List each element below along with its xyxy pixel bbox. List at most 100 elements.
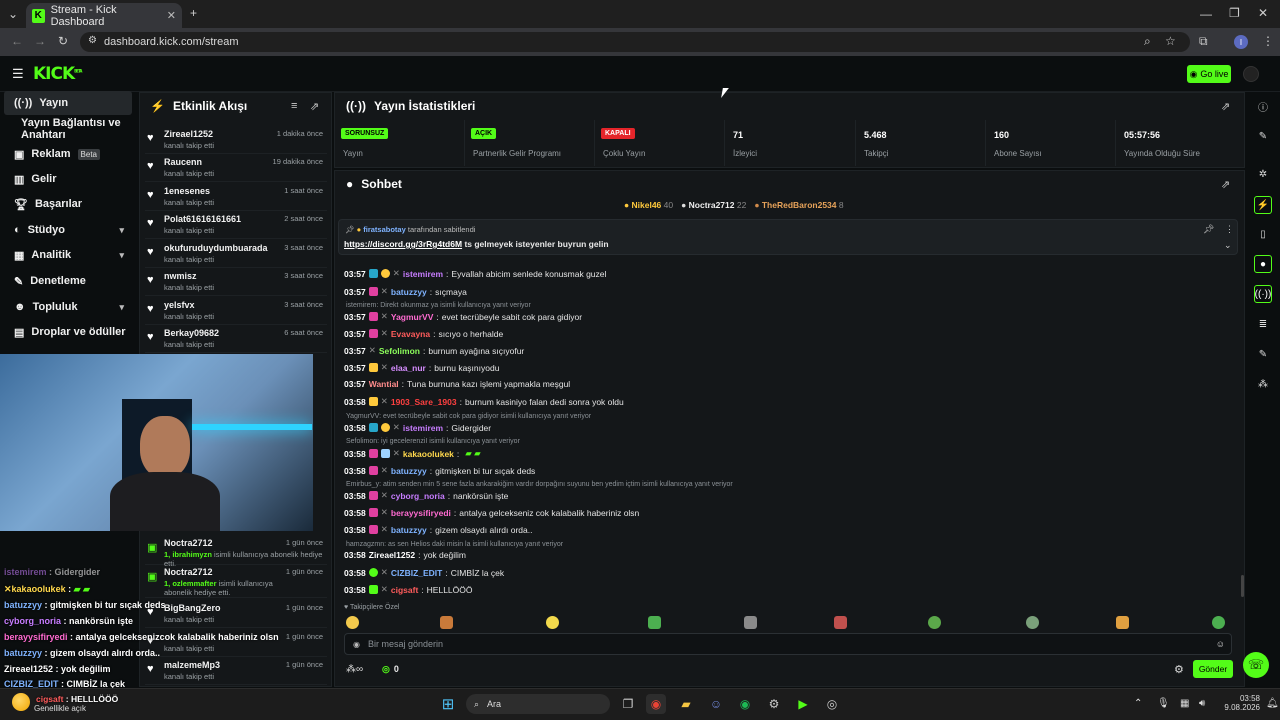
msg-user[interactable]: berayysifiryedi (391, 508, 451, 518)
hamburger-menu-icon[interactable]: ☰ (12, 66, 24, 82)
back-icon[interactable]: ← (11, 34, 23, 48)
go-live-button[interactable]: ◉ Go live (1187, 65, 1231, 83)
restore-icon[interactable]: ❐ (1229, 6, 1240, 20)
msg-user[interactable]: Sefolimon (379, 346, 420, 356)
emote-icon[interactable] (1212, 616, 1225, 629)
volume-icon[interactable]: 🔊︎ (1199, 698, 1205, 709)
event-user[interactable]: 1enesenes (164, 186, 210, 196)
new-tab-icon[interactable]: + (190, 6, 197, 20)
stats-toggle-icon[interactable]: ▯ (1254, 225, 1272, 243)
address-bar[interactable]: dashboard.kick.com/stream (80, 32, 1190, 52)
msg-user[interactable]: YagmurVV (391, 312, 434, 322)
more-icon[interactable]: ⋮ (1225, 224, 1234, 235)
stream-toggle-icon[interactable]: ((·)) (1254, 285, 1272, 303)
network-icon[interactable]: ▦ (1180, 698, 1189, 709)
event-user[interactable]: Noctra2712 (164, 538, 213, 548)
activity-toggle-icon[interactable]: ⚡ (1254, 196, 1272, 214)
emote-icon[interactable] (1116, 616, 1129, 629)
bookmark-star-icon[interactable]: ☆ (1165, 34, 1176, 48)
chrome-icon[interactable]: ◉ (646, 694, 666, 714)
unpin-icon[interactable]: 📌︎ (1203, 224, 1214, 235)
tab-search-icon[interactable]: ⌄ (8, 7, 18, 21)
msg-user[interactable]: kakaoolukek (403, 449, 454, 459)
top-gifter[interactable]: ● Nikel46 40 (624, 200, 673, 210)
msg-user[interactable]: cigsaft (391, 585, 418, 595)
command-icon[interactable]: ◉ (353, 640, 360, 649)
emote-icon[interactable] (928, 616, 941, 629)
sidebar-item-gelir[interactable]: ▥ Gelir (4, 167, 132, 191)
msg-user[interactable]: Evavayna (391, 329, 430, 339)
sidebar-item-topluluk[interactable]: ☻ Topluluk ▾ (4, 295, 132, 319)
help-chat-button[interactable]: ☏ (1243, 652, 1269, 678)
forward-icon[interactable]: → (34, 34, 46, 48)
site-info-icon[interactable]: ⚙ (88, 35, 97, 46)
tray-chevron-icon[interactable]: ⌃ (1134, 698, 1142, 709)
pinned-by-user[interactable]: firatsabotay (363, 225, 406, 234)
msg-user[interactable]: istemirem (403, 423, 443, 433)
zoom-icon[interactable]: ⌕ (1144, 34, 1151, 49)
msg-user[interactable]: batuzzyy (391, 466, 427, 476)
msg-user[interactable]: 1903_Sare_1903 (391, 397, 457, 407)
emoji-picker-icon[interactable]: ☺ (1216, 639, 1225, 649)
pinned-link[interactable]: https://discord.gg/3rRg4td6M (344, 239, 462, 249)
kick-app-icon[interactable]: ▶ (793, 694, 813, 714)
event-user[interactable]: malzemeMp3 (164, 660, 220, 670)
browser-tab[interactable]: K Stream - Kick Dashboard ✕ (26, 3, 182, 28)
msg-user[interactable]: elaa_nur (391, 363, 426, 373)
chat-settings-gear-icon[interactable]: ⚙ (1174, 663, 1184, 676)
event-user[interactable]: BigBangZero (164, 603, 221, 613)
event-user[interactable]: Noctra2712 (164, 567, 213, 577)
top-gifter[interactable]: ● Noctra2712 22 (681, 200, 746, 210)
emote-icon[interactable] (440, 616, 453, 629)
obs-icon[interactable]: ◎ (822, 694, 842, 714)
profile-avatar[interactable]: I (1234, 35, 1248, 49)
share-icon[interactable]: ⁂ (1254, 375, 1272, 393)
popout-icon[interactable]: ⇗ (310, 100, 319, 113)
window-close-icon[interactable]: ✕ (1258, 6, 1268, 20)
popout-icon[interactable]: ⇗ (1221, 178, 1230, 191)
settings-icon[interactable]: ✲ (1254, 165, 1272, 183)
windows-start-icon[interactable]: ⊞ (438, 694, 458, 714)
close-tab-icon[interactable]: ✕ (167, 9, 176, 22)
event-user[interactable]: nwmisz (164, 271, 197, 281)
info-icon[interactable]: ⓘ (1254, 97, 1272, 115)
msg-user[interactable]: cyborg_noria (391, 491, 445, 501)
msg-user[interactable]: istemirem (403, 269, 443, 279)
event-user[interactable]: okufuruduydumbuarada (164, 243, 268, 253)
event-user[interactable]: Polat61616161661 (164, 214, 241, 224)
queue-icon[interactable]: ≣ (1254, 315, 1272, 333)
minimize-icon[interactable]: — (1200, 7, 1212, 21)
sidebar-item-reklam[interactable]: ▣ Reklam Beta (4, 142, 132, 166)
emote-icon[interactable] (346, 616, 359, 629)
spotify-icon[interactable]: ◉ (735, 694, 755, 714)
channel-points[interactable]: ◎ 0 (382, 664, 399, 675)
weather-icon[interactable] (12, 693, 30, 711)
kick-logo[interactable]: KICKBETA (33, 64, 82, 84)
extensions-icon[interactable]: ⧉ (1199, 34, 1208, 49)
discord-icon[interactable]: ☺ (706, 694, 726, 714)
browser-menu-icon[interactable]: ⋮ (1262, 34, 1274, 48)
sidebar-item-studyo[interactable]: ◐ Stüdyo ▾ (4, 218, 132, 242)
user-avatar[interactable] (1243, 66, 1259, 82)
event-user[interactable]: yelsfvx (164, 300, 195, 310)
msg-user[interactable]: batuzzyy (391, 287, 427, 297)
sidebar-item-basarilar[interactable]: 🏆︎ Başarılar (4, 192, 132, 216)
event-user[interactable]: Zireael1252 (164, 129, 213, 139)
event-user[interactable]: Berkay09682 (164, 328, 219, 338)
msg-user[interactable]: batuzzyy (391, 525, 427, 535)
sidebar-item-denetleme[interactable]: ✎ Denetleme (4, 269, 132, 293)
top-gifter[interactable]: ● TheRedBaron2534 8 (754, 200, 843, 210)
sidebar-item-yayin[interactable]: ((·)) Yayın (4, 91, 132, 115)
chat-scrollbar[interactable] (1241, 575, 1244, 597)
emote-icon[interactable] (546, 616, 559, 629)
chat-toggle-icon[interactable]: ● (1254, 255, 1272, 273)
clock[interactable]: 03:58 9.08.2026 (1224, 694, 1260, 712)
sidebar-item-stream-key[interactable]: Yayın Bağlantısı ve Anahtarı (4, 117, 138, 141)
edit-icon[interactable]: ✎ (1254, 127, 1272, 145)
emote-icon[interactable] (648, 616, 661, 629)
msg-user[interactable]: CIZBIZ_EDIT (391, 568, 442, 578)
steam-icon[interactable]: ⚙ (764, 694, 784, 714)
msg-user[interactable]: Wantial (369, 379, 399, 389)
msg-user[interactable]: Zireael1252 (369, 550, 415, 560)
filter-icon[interactable]: ≡ (291, 100, 297, 112)
